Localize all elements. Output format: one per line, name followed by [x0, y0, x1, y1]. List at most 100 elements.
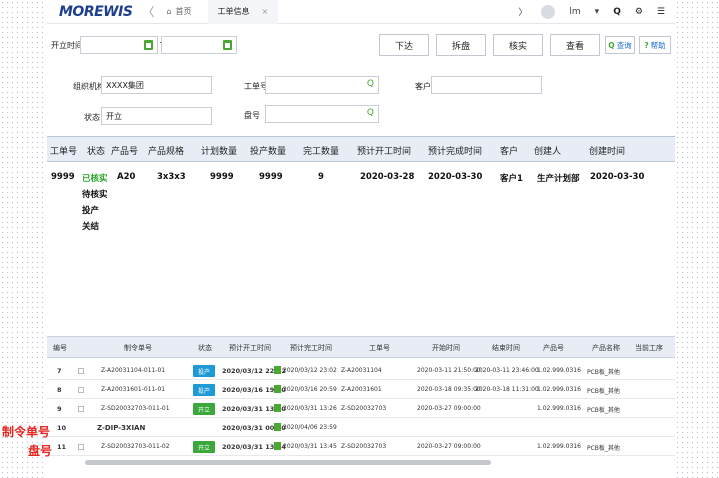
avatar[interactable]: [541, 4, 556, 19]
cell-plan-qty: 9999: [210, 172, 234, 182]
cell-no: 10: [57, 424, 67, 432]
calendar-icon[interactable]: [274, 366, 281, 374]
cell-work-order: Z-SD20032703: [341, 405, 387, 412]
cell-product-no: 1.02.999.0316: [537, 405, 581, 412]
customer-input[interactable]: [431, 76, 542, 94]
home-icon: ⌂: [166, 7, 172, 16]
calendar-icon[interactable]: [223, 40, 232, 50]
cell-product-name: PCB板_其他: [587, 369, 620, 376]
verify-button[interactable]: 核实: [493, 34, 543, 56]
cell-no: 9: [57, 405, 62, 413]
col-plan-start: 预计开工时间: [229, 344, 271, 352]
main-table-header: 工单号 状态 产品号 产品规格 计划数量 投产数量 完工数量 预计开工时间 预计…: [47, 136, 675, 162]
chevron-down-icon[interactable]: ▾: [595, 7, 600, 17]
split-button[interactable]: 拆盘: [436, 34, 486, 56]
help-icon: ?: [644, 40, 649, 50]
cell-work-order: Z-A20031601: [341, 386, 382, 393]
row-checkbox[interactable]: [78, 406, 84, 412]
calendar-icon[interactable]: [274, 404, 281, 412]
horizontal-scrollbar[interactable]: [85, 460, 491, 465]
status-option-verified[interactable]: 已核实: [82, 172, 108, 184]
disk-label: 盘号: [244, 111, 260, 120]
status-option-closed[interactable]: 关结: [82, 220, 99, 232]
date-start-input[interactable]: [80, 36, 158, 54]
cell-no: 8: [57, 386, 62, 394]
table-row[interactable]: 8 Z-A20031601-011-01 投产 2020/03/16 19:00…: [47, 382, 675, 399]
cell-start-time: 2020-03-27 09:00:00: [417, 443, 481, 450]
top-nav-bar: MOREWIS 〈 ⌂ 首页 工单信息 × 〉 lm ▾ Q ⚙ ☰: [47, 0, 675, 24]
cell-plan-end: 2020/04/06 23:59: [283, 424, 337, 431]
cell-order-no: 9999: [51, 172, 75, 182]
table-row[interactable]: 11 Z-SD20032703-011-02 开立 2020/03/31 13:…: [47, 439, 675, 456]
date-end-input[interactable]: [161, 36, 237, 54]
cell-customer: 客户1: [500, 174, 523, 184]
cell-plan-end: 2020/03/31 13:26: [283, 405, 337, 412]
cell-created-time: 2020-03-30: [590, 172, 645, 182]
calendar-icon[interactable]: [274, 385, 281, 393]
calendar-icon[interactable]: [144, 40, 153, 50]
tab-work-order-info[interactable]: 工单信息 ×: [207, 0, 279, 24]
status-option-pending[interactable]: 待核实: [82, 188, 108, 200]
tab-close-icon[interactable]: ×: [262, 7, 269, 16]
annotation-order-label: 制令单号: [2, 425, 51, 439]
cell-product-no: 1.02.999.0316: [537, 386, 581, 393]
cell-plan-end: 2020/03/16 20:59: [283, 386, 337, 393]
user-name[interactable]: lm: [569, 7, 580, 17]
tab-label: 工单信息: [217, 7, 250, 16]
cell-start-time: 2020-03-18 09:35:00: [417, 386, 481, 393]
table-row[interactable]: 7 Z-A20031104-011-01 投产 2020/03/12 22:02…: [47, 363, 675, 380]
col-status: 状态: [87, 147, 106, 157]
search-icon[interactable]: Q: [367, 79, 374, 89]
col-creator: 创建人: [534, 147, 562, 157]
cell-product-no: 1.02.999.0316: [537, 367, 581, 374]
calendar-icon[interactable]: [274, 423, 281, 431]
status-option-production[interactable]: 投产: [82, 204, 99, 216]
settings-icon[interactable]: ⚙: [635, 7, 643, 17]
row-checkbox[interactable]: [78, 444, 84, 450]
cell-manufacture-order: Z-A20031601-011-01: [101, 386, 166, 393]
grid-header: 编号 制令单号 状态 预计开工时间 预计完工时间 工单号 开始时间 结束时间 产…: [47, 336, 675, 358]
search-icon[interactable]: Q: [613, 7, 621, 17]
col-manufacture-order: 制令单号: [124, 344, 152, 352]
dispatch-button[interactable]: 下达: [379, 34, 429, 56]
search-icon: Q: [608, 40, 615, 50]
table-row[interactable]: 10 Z-DIP-3XIAN 2020/03/31 00:00 2020/04/…: [47, 420, 675, 437]
col-finish-time: 预计完成时间: [428, 147, 483, 157]
status-badge: 投产: [193, 365, 216, 377]
customer-label: 客户: [415, 82, 431, 91]
col-customer: 客户: [500, 147, 519, 157]
col-product-no: 产品号: [543, 344, 564, 352]
back-icon[interactable]: 〈: [142, 3, 154, 20]
view-button[interactable]: 查看: [550, 34, 600, 56]
col-plan-qty: 计划数量: [201, 147, 238, 157]
row-checkbox[interactable]: [78, 368, 84, 374]
cell-start-time: 2020-03-27 09:00:00: [417, 405, 481, 412]
order-no-input[interactable]: Q: [265, 76, 379, 94]
menu-icon[interactable]: ☰: [657, 7, 665, 17]
cell-manufacture-order: Z-A20031104-011-01: [101, 367, 166, 374]
calendar-icon[interactable]: [274, 442, 281, 450]
sub-order-grid: 编号 制令单号 状态 预计开工时间 预计完工时间 工单号 开始时间 结束时间 产…: [47, 336, 675, 466]
col-status: 状态: [198, 344, 212, 352]
col-done-qty: 完工数量: [303, 147, 340, 157]
cell-manufacture-order: Z-SD20032703-011-01: [101, 405, 170, 412]
table-row[interactable]: 9 Z-SD20032703-011-01 开立 2020/03/31 13:1…: [47, 401, 675, 418]
status-select[interactable]: 开立: [101, 107, 212, 125]
disk-input[interactable]: Q: [265, 105, 379, 123]
col-product-no: 产品号: [111, 147, 139, 157]
col-spec: 产品规格: [148, 147, 185, 157]
cell-product-name: PCB板_其他: [587, 388, 620, 395]
status-label: 状态: [84, 113, 100, 122]
cell-done-qty: 9: [318, 172, 324, 182]
help-button[interactable]: ? 帮助: [639, 36, 671, 54]
query-button[interactable]: Q 查询: [605, 36, 635, 54]
home-tab[interactable]: ⌂ 首页: [166, 6, 191, 17]
chevron-right-icon[interactable]: 〉: [518, 5, 527, 18]
cell-product-no: 1.02.999.0316: [537, 443, 581, 450]
row-checkbox[interactable]: [78, 387, 84, 393]
search-icon[interactable]: Q: [367, 108, 374, 118]
col-created-time: 创建时间: [589, 147, 626, 157]
cell-plan-end: 2020/03/31 13:45: [283, 443, 337, 450]
org-input[interactable]: XXXX集团: [101, 76, 212, 94]
cell-product-no: A20: [117, 172, 136, 182]
